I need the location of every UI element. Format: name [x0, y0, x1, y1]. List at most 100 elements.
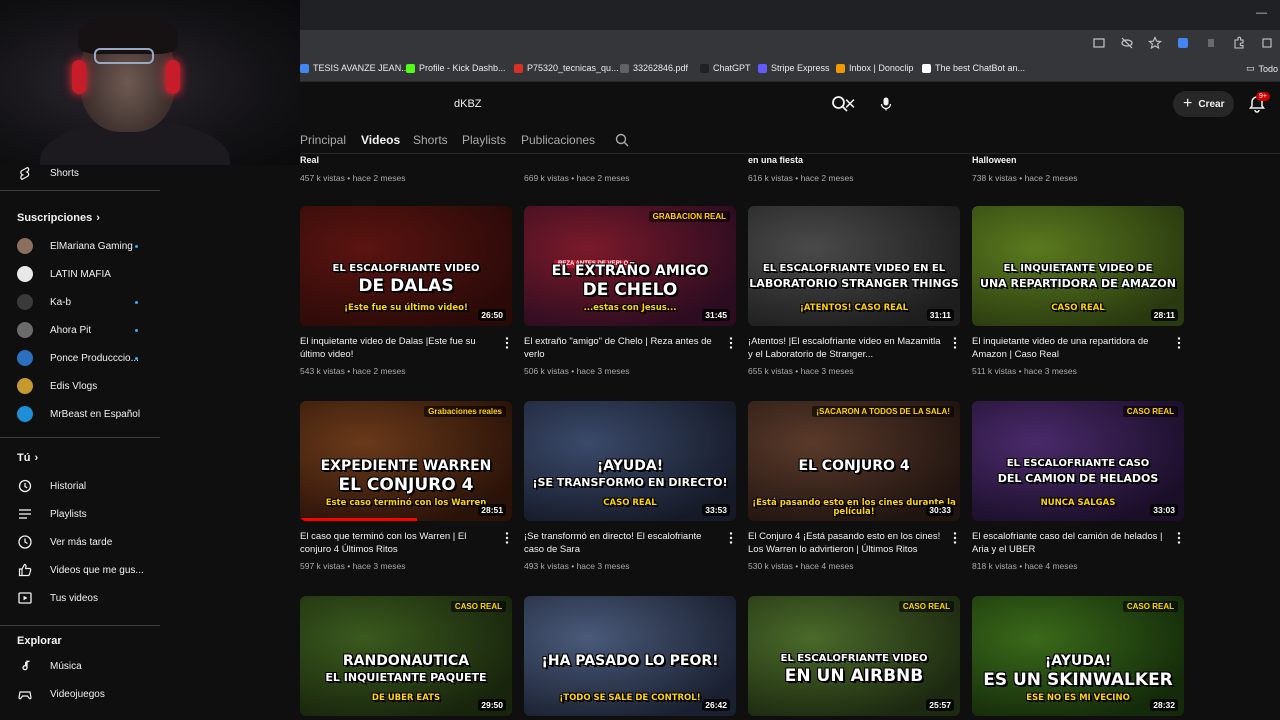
video-thumbnail[interactable]: ¡AYUDA! ¡SE TRANSFORMO EN DIRECTO! CASO RE…: [524, 401, 736, 521]
sidebar-item[interactable]: Música: [0, 653, 160, 679]
bookmark-label: The best ChatBot an...: [935, 63, 1026, 73]
channel-avatar: [17, 378, 33, 394]
subscription-item[interactable]: LATIN MAFIA: [0, 261, 160, 287]
video-thumbnail[interactable]: GRABACION REAL REZA ANTES DE VERLO EL EXTR…: [524, 206, 736, 326]
video-meta: 457 k vistas • hace 2 meses: [300, 173, 406, 183]
channel-search-icon[interactable]: [614, 132, 630, 148]
bookmark-item[interactable]: Inbox | Donoclip: [836, 63, 913, 73]
more-options-icon[interactable]: [504, 336, 510, 350]
video-card[interactable]: GRABACION REAL REZA ANTES DE VERLO EL EXTR…: [524, 206, 736, 376]
video-thumbnail[interactable]: EL ESCALOFRIANTE VIDEO DE DALAS ¡Este fue …: [300, 206, 512, 326]
extension-blue-icon[interactable]: [1176, 36, 1190, 50]
bookmark-item[interactable]: TESIS AVANZE JEAN...: [300, 63, 409, 73]
sidebar-item[interactable]: Historial: [0, 473, 160, 499]
video-title[interactable]: ¡Atentos! |El escalofriante video en Maz…: [748, 335, 943, 361]
bookmark-item[interactable]: ChatGPT: [700, 63, 751, 73]
video-title[interactable]: El Conjuro 4 ¡Está pasando esto en los c…: [748, 530, 943, 556]
video-thumbnail[interactable]: ¡HA PASADO LO PEOR! ¡TODO SE SALE DE CONT…: [524, 596, 736, 716]
more-options-icon[interactable]: [728, 531, 734, 545]
install-app-icon[interactable]: [1092, 36, 1106, 50]
extensions-puzzle-icon[interactable]: [1232, 36, 1246, 50]
plus-icon: +: [1183, 95, 1193, 112]
extension-grey-icon[interactable]: [1204, 36, 1218, 50]
other-bookmarks[interactable]: ▭ Todo: [1246, 63, 1278, 74]
subscription-item[interactable]: Ka-b: [0, 289, 160, 315]
sidebar-item[interactable]: Playlists: [0, 501, 160, 527]
more-options-icon[interactable]: [504, 531, 510, 545]
microphone-icon[interactable]: [873, 91, 899, 117]
subscription-item[interactable]: Ahora Pit: [0, 317, 160, 343]
search-icon[interactable]: [828, 92, 852, 116]
tab-shorts[interactable]: Shorts: [413, 133, 448, 147]
video-title[interactable]: El escalofriante caso del camión de hela…: [972, 530, 1167, 556]
video-title[interactable]: El inquietante video de una repartidora …: [972, 335, 1167, 361]
subscription-item[interactable]: Ponce Producccio...: [0, 345, 160, 371]
more-options-icon[interactable]: [1176, 531, 1182, 545]
video-thumbnail[interactable]: CASO REAL ¡AYUDA! ES UN SKINWALKER ESE NO E…: [972, 596, 1184, 716]
tab-principal[interactable]: Principal: [300, 133, 346, 147]
subscription-item[interactable]: MrBeast en Español: [0, 401, 160, 427]
video-title-partial[interactable]: Halloween: [972, 155, 1017, 165]
sidebar-divider: [0, 190, 160, 191]
bookmark-item[interactable]: Profile - Kick Dashb...: [406, 63, 506, 73]
subscription-item[interactable]: ElMariana Gaming: [0, 233, 160, 259]
bookmark-item[interactable]: Stripe Express: [758, 63, 830, 73]
more-options-icon[interactable]: [952, 336, 958, 350]
video-thumbnail[interactable]: EL ESCALOFRIANTE VIDEO EN EL LABORATORIO …: [748, 206, 960, 326]
tab-playlists[interactable]: Playlists: [462, 133, 506, 147]
video-duration: 26:50: [478, 309, 506, 321]
video-thumbnail[interactable]: ¡SACARON A TODOS DE LA SALA! EL CONJURO 4…: [748, 401, 960, 521]
minimize-icon[interactable]: —: [1256, 7, 1267, 19]
video-title-partial[interactable]: en una fiesta: [748, 155, 803, 165]
video-card[interactable]: CASO REAL RANDONAUTICA EL INQUIETANTE PAQU…: [300, 596, 512, 716]
sidebar-item[interactable]: Videojuegos: [0, 681, 160, 707]
video-card[interactable]: EL ESCALOFRIANTE VIDEO DE DALAS ¡Este fue …: [300, 206, 512, 376]
video-title[interactable]: El inquietante video de Dalas |Este fue …: [300, 335, 495, 361]
more-options-icon[interactable]: [728, 336, 734, 350]
video-card[interactable]: EL ESCALOFRIANTE VIDEO EN EL LABORATORIO …: [748, 206, 960, 376]
search-query[interactable]: dKBZ: [445, 98, 840, 110]
sidebar-item[interactable]: Videos que me gus...: [0, 557, 160, 583]
bookmark-label: 33262846.pdf: [633, 63, 689, 73]
profile-icon[interactable]: [1260, 36, 1274, 50]
video-title-partial[interactable]: Real: [300, 155, 319, 165]
video-card[interactable]: CASO REAL ¡AYUDA! ES UN SKINWALKER ESE NO E…: [972, 596, 1184, 716]
shorts-icon: [17, 165, 33, 181]
video-meta: 738 k vistas • hace 2 meses: [972, 173, 1078, 183]
subscription-item[interactable]: Edis Vlogs: [0, 373, 160, 399]
bookmark-favicon-icon: [700, 63, 709, 73]
sidebar-item[interactable]: Tus videos: [0, 585, 160, 611]
more-options-icon[interactable]: [952, 531, 958, 545]
search-input[interactable]: dKBZ ✕: [445, 91, 860, 117]
video-thumbnail[interactable]: CASO REAL RANDONAUTICA EL INQUIETANTE PAQU…: [300, 596, 512, 716]
hide-icon[interactable]: [1120, 36, 1134, 50]
bookmark-star-icon[interactable]: [1148, 36, 1162, 50]
video-card[interactable]: Grabaciones reales EXPEDIENTE WARREN EL CO…: [300, 401, 512, 571]
bookmark-item[interactable]: 33262846.pdf: [620, 63, 688, 73]
video-card[interactable]: CASO REAL EL ESCALOFRIANTE CASO DEL CAMION…: [972, 401, 1184, 571]
tab-publicaciones[interactable]: Publicaciones: [521, 133, 595, 147]
tab-videos[interactable]: Videos: [361, 133, 400, 147]
video-title[interactable]: El extraño "amigo" de Chelo | Reza antes…: [524, 335, 719, 361]
video-title[interactable]: ¡Se transformó en directo! El escalofria…: [524, 530, 719, 556]
watch-progress-bar: [300, 518, 417, 521]
video-card[interactable]: EL INQUIETANTE VIDEO DE UNA REPARTIDORA D…: [972, 206, 1184, 376]
video-card[interactable]: ¡HA PASADO LO PEOR! ¡TODO SE SALE DE CONT…: [524, 596, 736, 716]
create-button[interactable]: + Crear: [1173, 91, 1235, 117]
video-card[interactable]: ¡SACARON A TODOS DE LA SALA! EL CONJURO 4…: [748, 401, 960, 571]
thumbnail-badge: Grabaciones reales: [424, 406, 506, 417]
you-heading[interactable]: Tú ›: [17, 452, 38, 464]
bookmark-item[interactable]: The best ChatBot an...: [922, 63, 1025, 73]
sidebar-item[interactable]: Ver más tarde: [0, 529, 160, 555]
bookmark-item[interactable]: P75320_tecnicas_qu...: [514, 63, 619, 73]
video-duration: 33:03: [1150, 504, 1178, 516]
video-thumbnail[interactable]: Grabaciones reales EXPEDIENTE WARREN EL CO…: [300, 401, 512, 521]
video-thumbnail[interactable]: CASO REAL EL ESCALOFRIANTE VIDEO EN UN AIR…: [748, 596, 960, 716]
video-thumbnail[interactable]: CASO REAL EL ESCALOFRIANTE CASO DEL CAMION…: [972, 401, 1184, 521]
video-card[interactable]: CASO REAL EL ESCALOFRIANTE VIDEO EN UN AIR…: [748, 596, 960, 716]
video-thumbnail[interactable]: EL INQUIETANTE VIDEO DE UNA REPARTIDORA D…: [972, 206, 1184, 326]
video-card[interactable]: ¡AYUDA! ¡SE TRANSFORMO EN DIRECTO! CASO RE…: [524, 401, 736, 571]
subscriptions-heading[interactable]: Suscripciones ›: [17, 212, 100, 224]
video-title[interactable]: El caso que terminó con los Warren | El …: [300, 530, 495, 556]
more-options-icon[interactable]: [1176, 336, 1182, 350]
